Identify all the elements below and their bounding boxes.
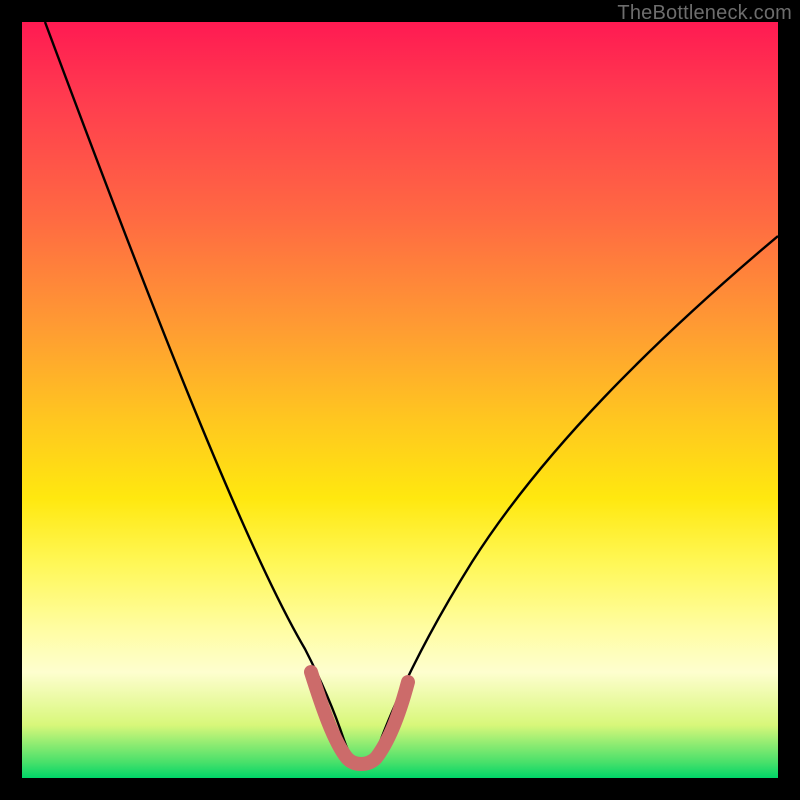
curve-svg bbox=[22, 22, 778, 778]
highlight-band bbox=[311, 672, 408, 764]
bottleneck-curve bbox=[45, 22, 778, 764]
chart-stage: TheBottleneck.com bbox=[0, 0, 800, 800]
plot-area bbox=[22, 22, 778, 778]
